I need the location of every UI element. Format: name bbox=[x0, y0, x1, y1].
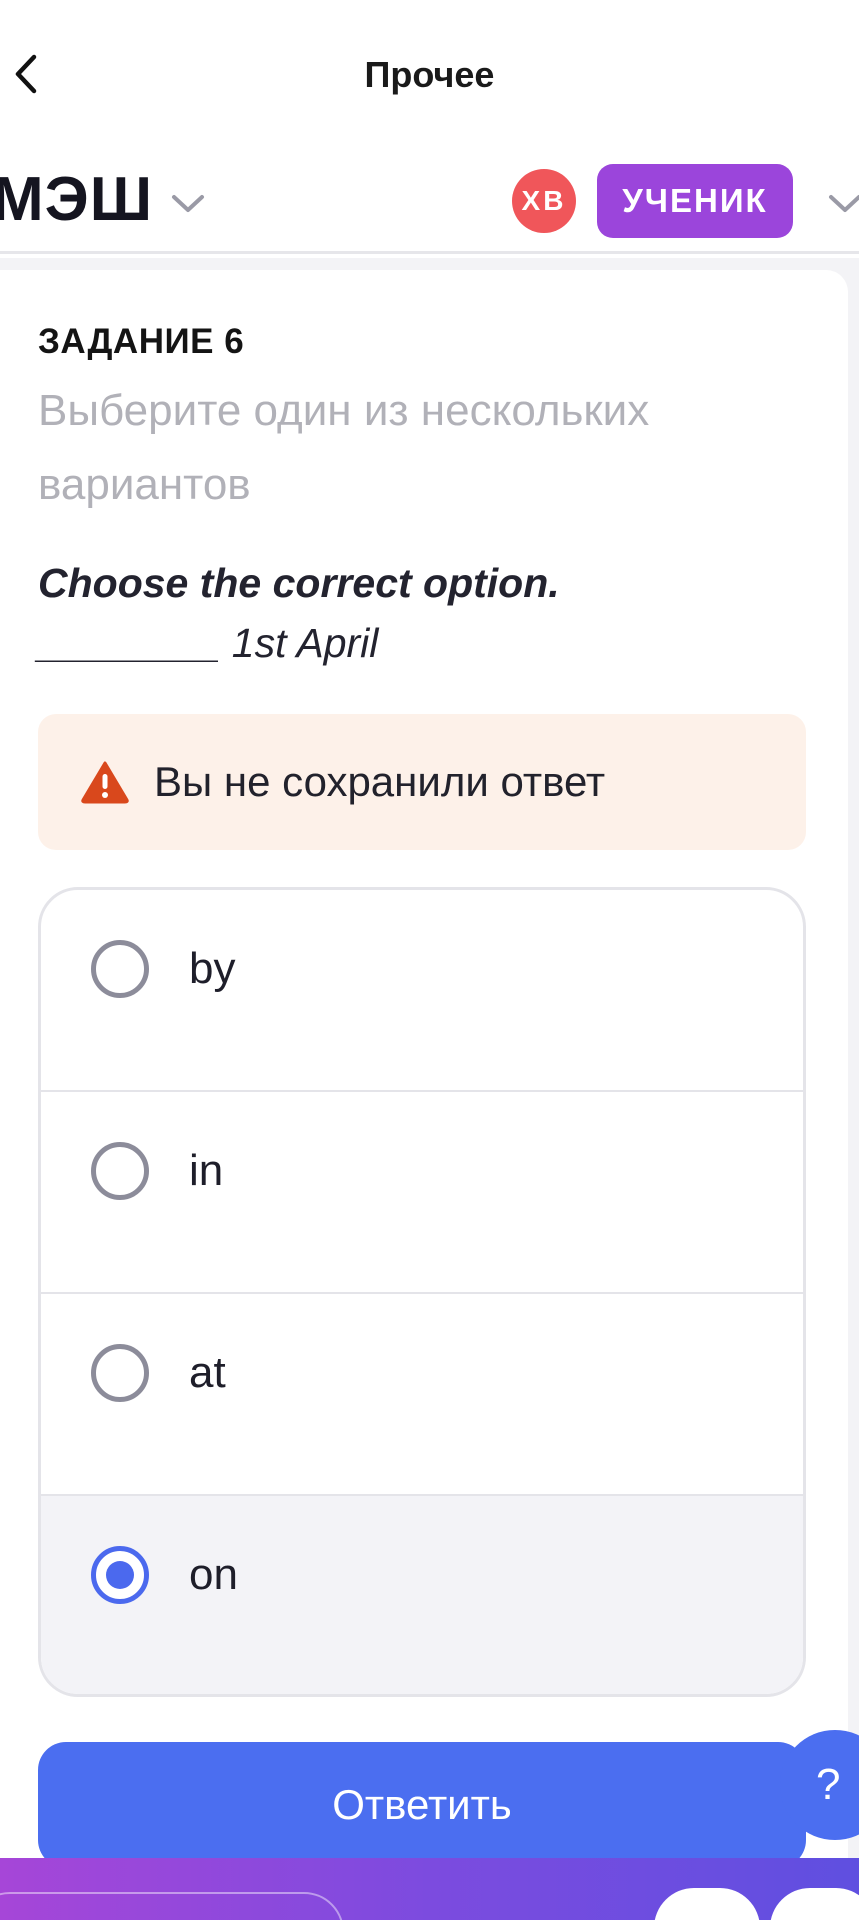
option-label: in bbox=[189, 1146, 224, 1195]
option-on[interactable]: on bbox=[41, 1496, 803, 1694]
option-label: on bbox=[189, 1550, 238, 1599]
option-by[interactable]: by bbox=[41, 890, 803, 1092]
task-gap-sentence: ________ 1st April bbox=[38, 620, 379, 666]
bottom-action-button[interactable] bbox=[654, 1888, 760, 1920]
bottom-bar bbox=[0, 1858, 859, 1920]
radio-button[interactable] bbox=[91, 940, 149, 998]
radio-button-selected[interactable] bbox=[91, 1546, 149, 1604]
page-title: Прочее bbox=[364, 54, 495, 95]
chevron-down-icon[interactable] bbox=[825, 188, 859, 218]
role-badge[interactable]: УЧЕНИК bbox=[597, 164, 793, 238]
app-logo[interactable]: МЭШ bbox=[0, 164, 153, 236]
task-question: Choose the correct option. bbox=[38, 560, 560, 606]
top-navbar: Прочее bbox=[0, 0, 859, 150]
bottom-action-button[interactable] bbox=[770, 1888, 859, 1920]
app-header: МЭШ ХВ УЧЕНИК bbox=[0, 150, 859, 254]
option-at[interactable]: at bbox=[41, 1294, 803, 1496]
bottom-nav-pill[interactable] bbox=[0, 1892, 344, 1920]
content-area: ЗАДАНИЕ 6 Выберите один из нескольких ва… bbox=[0, 258, 859, 1920]
radio-button[interactable] bbox=[91, 1344, 149, 1402]
chevron-down-icon[interactable] bbox=[168, 188, 208, 218]
warning-text: Вы не сохранили ответ bbox=[154, 758, 606, 805]
task-instruction: Выберите один из нескольких вариантов bbox=[38, 386, 650, 509]
page: Прочее МЭШ ХВ УЧЕНИК ЗАДАНИЕ 6 Выберите … bbox=[0, 0, 859, 1920]
warning-icon bbox=[81, 761, 129, 804]
submit-answer-button[interactable]: Ответить bbox=[38, 1742, 806, 1868]
unsaved-warning: Вы не сохранили ответ bbox=[38, 714, 806, 850]
option-label: at bbox=[189, 1348, 226, 1397]
option-in[interactable]: in bbox=[41, 1092, 803, 1294]
radio-button[interactable] bbox=[91, 1142, 149, 1200]
answer-options: by in at on bbox=[38, 887, 806, 1697]
avatar[interactable]: ХВ bbox=[512, 169, 576, 233]
task-label: ЗАДАНИЕ 6 bbox=[38, 322, 245, 361]
option-label: by bbox=[189, 944, 236, 993]
task-card: ЗАДАНИЕ 6 Выберите один из нескольких ва… bbox=[0, 270, 848, 1920]
